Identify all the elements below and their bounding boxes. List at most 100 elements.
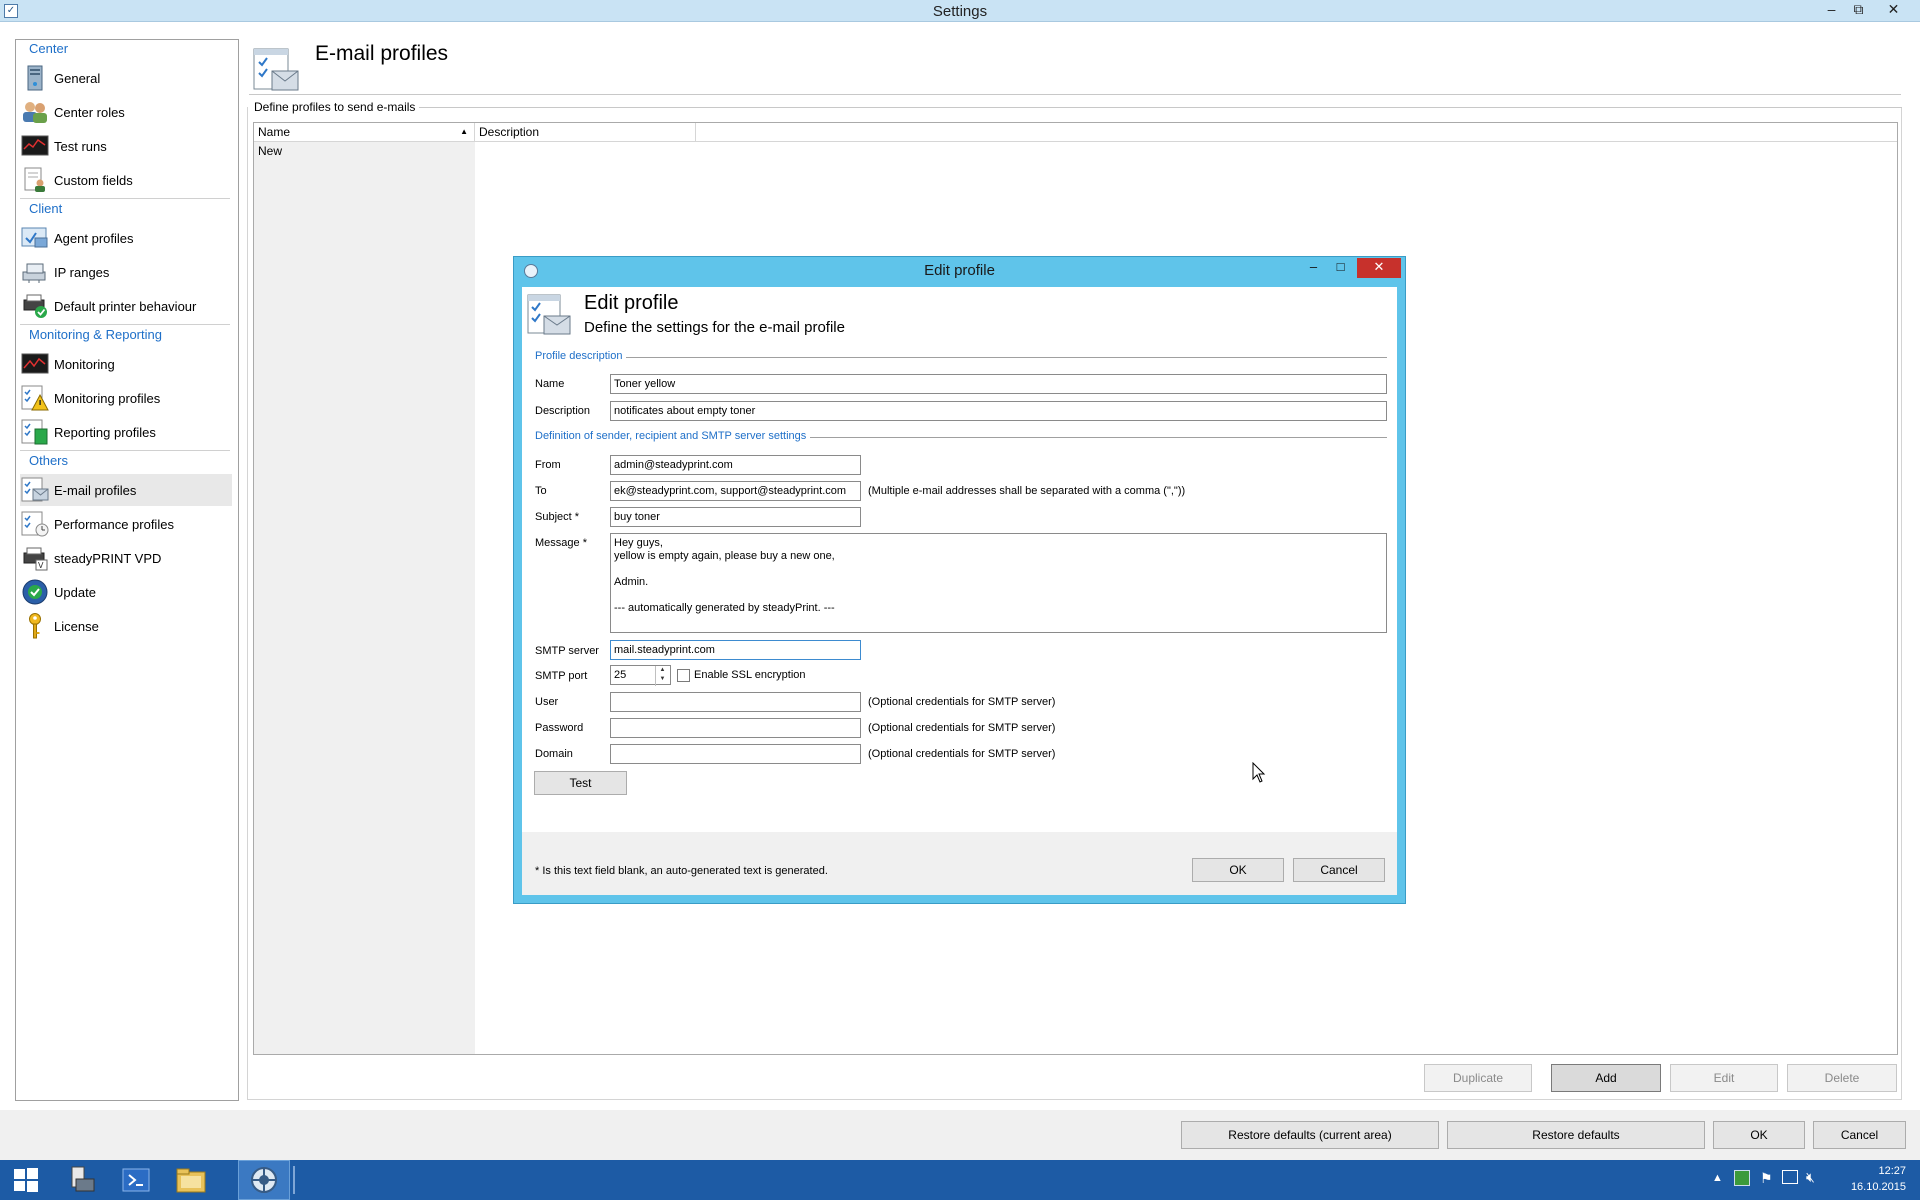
nav-item-monitoring[interactable]: Monitoring	[20, 348, 232, 380]
column-header-name[interactable]: Name ▲	[254, 123, 475, 142]
taskbar-file-explorer[interactable]	[165, 1160, 217, 1200]
to-hint: (Multiple e-mail addresses shall be sepa…	[868, 485, 1186, 497]
to-field[interactable]: ek@steadyprint.com, support@steadyprint.…	[610, 481, 861, 501]
list-item[interactable]: New	[258, 144, 282, 158]
nav-item-ip-ranges[interactable]: IP ranges	[20, 256, 232, 288]
nav-label: Monitoring	[54, 356, 115, 372]
nav-divider	[20, 450, 230, 451]
smtp-port-label: SMTP port	[535, 670, 588, 682]
close-button[interactable]: ✕	[1880, 0, 1907, 20]
nav-group-monitoring: Monitoring & Reporting	[29, 327, 162, 342]
nav-item-update[interactable]: Update	[20, 576, 232, 608]
checklist-warning-icon	[20, 384, 50, 412]
nav-label: Update	[54, 584, 96, 600]
add-button[interactable]: Add	[1551, 1064, 1661, 1092]
password-field[interactable]	[610, 718, 861, 738]
domain-hint: (Optional credentials for SMTP server)	[868, 748, 1056, 760]
mouse-cursor-icon	[1252, 761, 1266, 787]
nav-item-center-roles[interactable]: Center roles	[20, 96, 232, 128]
nav-label: IP ranges	[54, 264, 110, 280]
test-button[interactable]: Test	[534, 771, 627, 795]
message-textarea[interactable]: Hey guys, yellow is empty again, please …	[610, 533, 1387, 633]
nav-item-test-runs[interactable]: Test runs	[20, 130, 232, 162]
dialog-window-title: Edit profile	[924, 262, 995, 279]
dialog-maximize-button[interactable]: □	[1327, 258, 1354, 278]
taskbar-clock[interactable]: 12:27 16.10.2015	[1851, 1163, 1906, 1195]
nav-label: Monitoring profiles	[54, 390, 161, 406]
section-divider	[536, 357, 1387, 358]
edit-button[interactable]: Edit	[1670, 1064, 1778, 1092]
volume-muted-icon[interactable]: 🔇︎	[1806, 1169, 1815, 1186]
nav-divider	[20, 324, 230, 325]
duplicate-button[interactable]: Duplicate	[1424, 1064, 1532, 1092]
nav-group-center: Center	[29, 41, 69, 56]
restore-button[interactable]: ⧉	[1845, 0, 1872, 20]
nav-group-client: Client	[29, 201, 63, 216]
from-field[interactable]: admin@steadyprint.com	[610, 455, 861, 475]
list-header: Name ▲ Description	[254, 123, 1897, 142]
column-header-label: Description	[479, 125, 540, 139]
server-icon	[20, 64, 50, 92]
header-divider	[249, 94, 1901, 95]
nav-item-performance-profiles[interactable]: Performance profiles	[20, 508, 232, 540]
nav-item-default-printer-behaviour[interactable]: Default printer behaviour	[20, 290, 232, 322]
user-field[interactable]	[610, 692, 861, 712]
users-icon	[20, 98, 50, 126]
domain-field[interactable]	[610, 744, 861, 764]
to-label: To	[535, 485, 547, 497]
nav-item-agent-profiles[interactable]: Agent profiles	[20, 222, 232, 254]
nav-label: Custom fields	[54, 172, 133, 188]
nav-item-reporting-profiles[interactable]: Reporting profiles	[20, 416, 232, 448]
nav-item-e-mail-profiles[interactable]: E-mail profiles	[20, 474, 232, 506]
minimize-button[interactable]: –	[1818, 0, 1845, 20]
smtp-server-field[interactable]: mail.steadyprint.com	[610, 640, 861, 660]
spin-up-icon[interactable]: ▲	[656, 666, 669, 675]
dialog-ok-button[interactable]: OK	[1192, 858, 1284, 882]
description-field[interactable]: notificates about empty toner	[610, 401, 1387, 421]
ok-button[interactable]: OK	[1713, 1121, 1805, 1149]
cancel-button[interactable]: Cancel	[1813, 1121, 1906, 1149]
ssl-checkbox[interactable]	[677, 669, 690, 682]
taskbar-server-manager[interactable]	[55, 1160, 107, 1200]
delete-button[interactable]: Delete	[1787, 1064, 1897, 1092]
page-title: E-mail profiles	[315, 42, 449, 65]
nav-label: Test runs	[54, 138, 107, 154]
nav-item-monitoring-profiles[interactable]: Monitoring profiles	[20, 382, 232, 414]
taskbar-steadyprint[interactable]	[238, 1160, 290, 1200]
nav-item-steadyprint-vpd[interactable]: V steadyPRINT VPD	[20, 542, 232, 574]
restore-defaults-current-button[interactable]: Restore defaults (current area)	[1181, 1121, 1439, 1149]
nav-label: Agent profiles	[54, 230, 134, 246]
nav-divider	[20, 198, 230, 199]
tray-expand-icon[interactable]: ▲	[1712, 1172, 1723, 1184]
tray-app-icon[interactable]	[1734, 1170, 1750, 1186]
checklist-report-icon	[20, 418, 50, 446]
nav-item-custom-fields[interactable]: Custom fields	[20, 164, 232, 196]
dialog-cancel-button[interactable]: Cancel	[1293, 858, 1385, 882]
network-tray-icon[interactable]	[1782, 1170, 1798, 1184]
update-check-icon	[20, 578, 50, 606]
spin-down-icon[interactable]: ▼	[656, 675, 669, 684]
footnote: * Is this text field blank, an auto-gene…	[535, 865, 828, 877]
start-button[interactable]	[0, 1160, 52, 1200]
nav-label: E-mail profiles	[54, 482, 137, 498]
sort-ascending-icon: ▲	[460, 127, 468, 136]
restore-defaults-button[interactable]: Restore defaults	[1447, 1121, 1705, 1149]
monitor-graph-icon	[20, 350, 50, 378]
section-smtp-settings: Definition of sender, recipient and SMTP…	[535, 430, 811, 442]
taskbar-powershell[interactable]	[110, 1160, 162, 1200]
column-header-description[interactable]: Description	[475, 123, 696, 142]
dialog-close-button[interactable]: ✕	[1357, 258, 1401, 278]
nav-item-license[interactable]: License	[20, 610, 232, 642]
dialog-heading: Edit profile	[584, 292, 679, 314]
nav-item-general[interactable]: General	[20, 62, 232, 94]
chart-monitor-icon	[20, 132, 50, 160]
port-spinner[interactable]: ▲ ▼	[655, 666, 669, 686]
ssl-label: Enable SSL encryption	[694, 669, 806, 681]
dialog-minimize-button[interactable]: –	[1300, 258, 1327, 278]
subject-field[interactable]: buy toner	[610, 507, 861, 527]
flag-icon[interactable]: ⚑	[1760, 1170, 1773, 1187]
taskbar: ▲ ⚑ 🔇︎ 12:27 16.10.2015	[0, 1160, 1920, 1200]
nav-group-others: Others	[29, 453, 69, 468]
name-field[interactable]: Toner yellow	[610, 374, 1387, 394]
group-line	[418, 107, 1902, 108]
